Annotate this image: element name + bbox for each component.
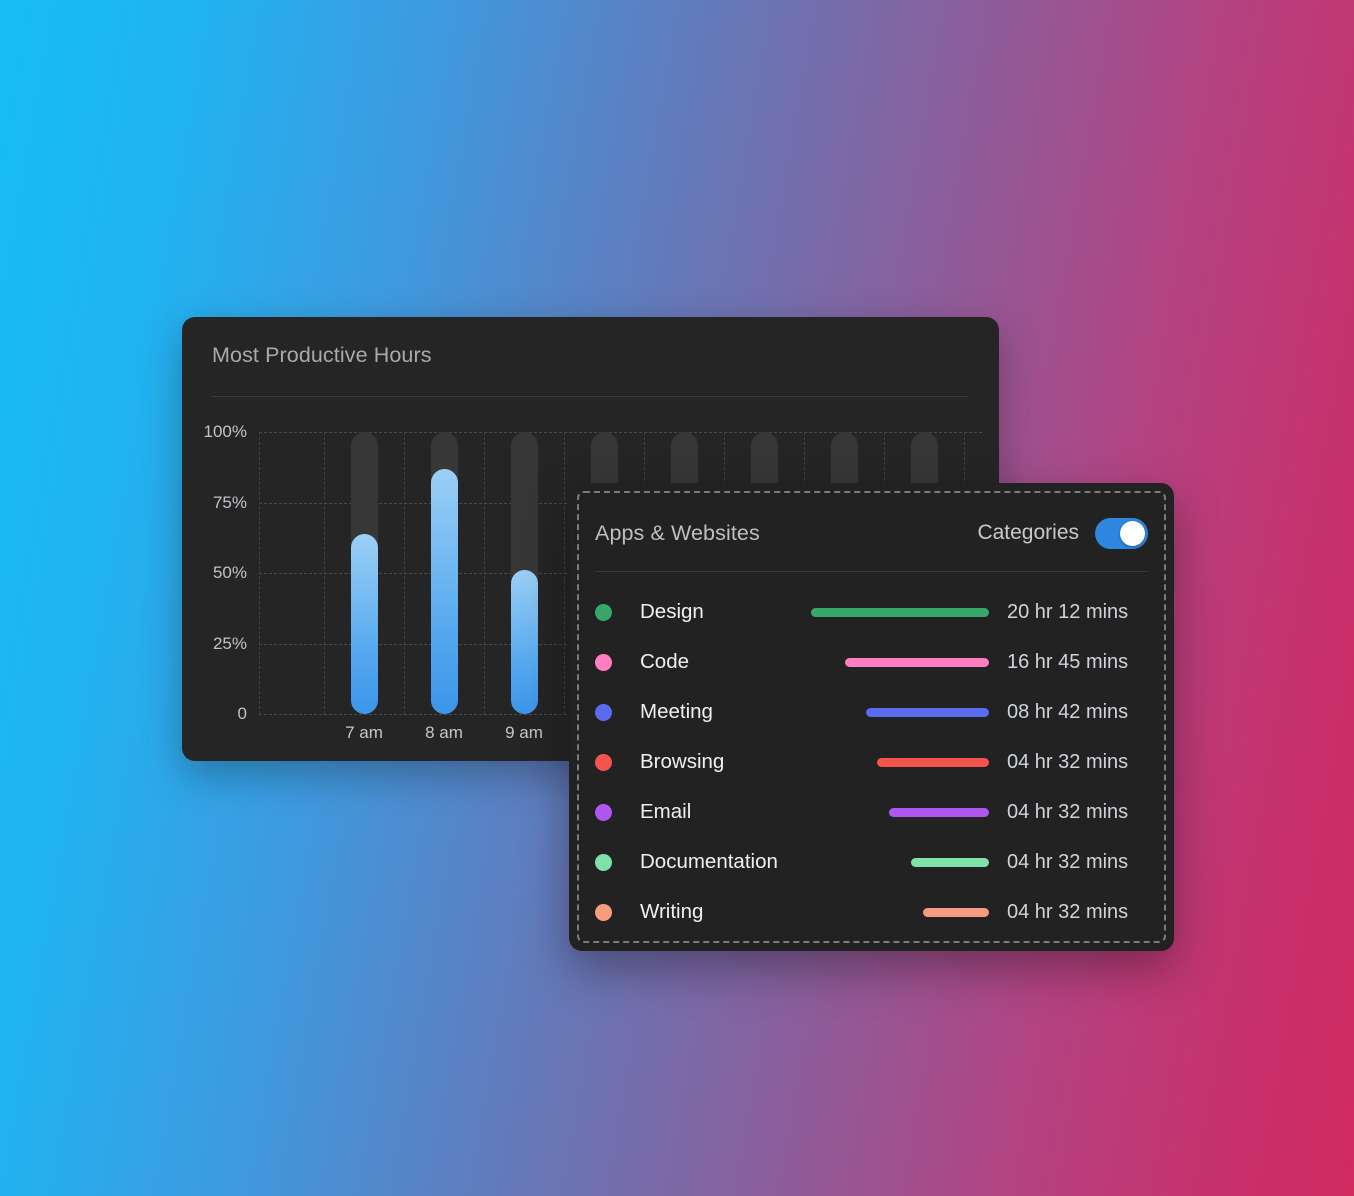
categories-toggle-group: Categories [977,517,1148,549]
category-duration-text: 08 hr 42 mins [1007,700,1129,723]
category-meter-zone [809,837,989,887]
category-duration-bar [811,607,989,617]
category-row[interactable]: Design 20 hr 12 mins [595,587,1158,637]
y-axis-tick-label: 0 [237,704,247,723]
x-axis-tick-label: 9 am [505,723,543,742]
bar-fill [510,570,538,714]
category-meter-zone [809,687,989,737]
category-row[interactable]: Code 16 hr 45 mins [595,637,1158,687]
category-color-dot [595,853,612,871]
category-duration-text: 04 hr 32 mins [1007,800,1129,823]
category-color-dot [595,703,612,721]
bar-fill [350,533,378,714]
category-row[interactable]: Browsing 04 hr 32 mins [595,737,1158,787]
chart-title: Most Productive Hours [212,343,432,367]
bar-slot[interactable] [510,432,538,714]
category-duration-bar [889,807,989,817]
y-axis-tick-label: 50% [212,563,247,582]
category-label: Meeting [640,700,713,723]
category-label: Design [640,600,704,623]
toggle-knob [1120,520,1145,546]
category-label: Documentation [640,850,778,873]
category-meter-zone [809,587,989,637]
category-meter-zone [809,737,989,787]
category-duration-bar [866,707,989,717]
category-color-dot [595,803,612,821]
category-color-dot [595,753,612,771]
chart-header-divider [212,396,969,397]
gridline-vertical [259,432,260,714]
gridline-vertical [404,432,405,714]
category-color-dot [595,603,612,621]
category-duration-bar [923,907,989,917]
y-axis-tick-label: 100% [203,422,247,441]
category-duration-bar [876,757,989,767]
category-label: Code [640,650,690,673]
category-duration-text: 20 hr 12 mins [1007,600,1129,623]
category-row[interactable]: Meeting 08 hr 42 mins [595,687,1158,737]
category-row[interactable]: Email 04 hr 32 mins [595,787,1158,837]
category-color-dot [595,903,612,921]
bar-slot[interactable] [430,432,458,714]
x-axis-tick-label: 8 am [425,723,463,742]
y-axis-tick-label: 25% [212,633,247,653]
apps-card-header: Apps & Websites Categories [595,511,1148,555]
category-row[interactable]: Writing 04 hr 32 mins [595,887,1158,937]
gridline-vertical [324,432,325,714]
gridline-vertical [484,432,485,714]
category-duration-bar [844,657,989,667]
category-label: Browsing [640,750,725,773]
category-meter-zone [809,637,989,687]
category-label: Writing [640,900,704,923]
apps-and-websites-card: Apps & Websites Categories Design 20 hr 1… [569,483,1174,951]
category-duration-text: 16 hr 45 mins [1007,650,1129,673]
category-meter-zone [809,887,989,937]
categories-label: Categories [977,521,1079,544]
y-axis-tick-label: 75% [212,492,247,512]
bar-fill [430,468,458,714]
category-meter-zone [809,787,989,837]
category-duration-text: 04 hr 32 mins [1007,850,1129,873]
category-duration-text: 04 hr 32 mins [1007,900,1129,923]
category-color-dot [595,653,612,671]
apps-header-divider [595,571,1148,572]
category-duration-text: 04 hr 32 mins [1007,750,1129,773]
category-list: Design 20 hr 12 mins Code 16 hr 45 mins Meet… [595,587,1158,937]
x-axis-tick-label: 7 am [345,723,383,742]
categories-toggle-switch[interactable] [1095,517,1148,549]
apps-card-heading: Apps & Websites [595,520,760,545]
category-label: Email [640,800,692,823]
category-row[interactable]: Documentation 04 hr 32 mins [595,837,1158,887]
category-duration-bar [910,857,989,867]
gridline-vertical [564,432,565,714]
bar-slot[interactable] [350,432,378,714]
